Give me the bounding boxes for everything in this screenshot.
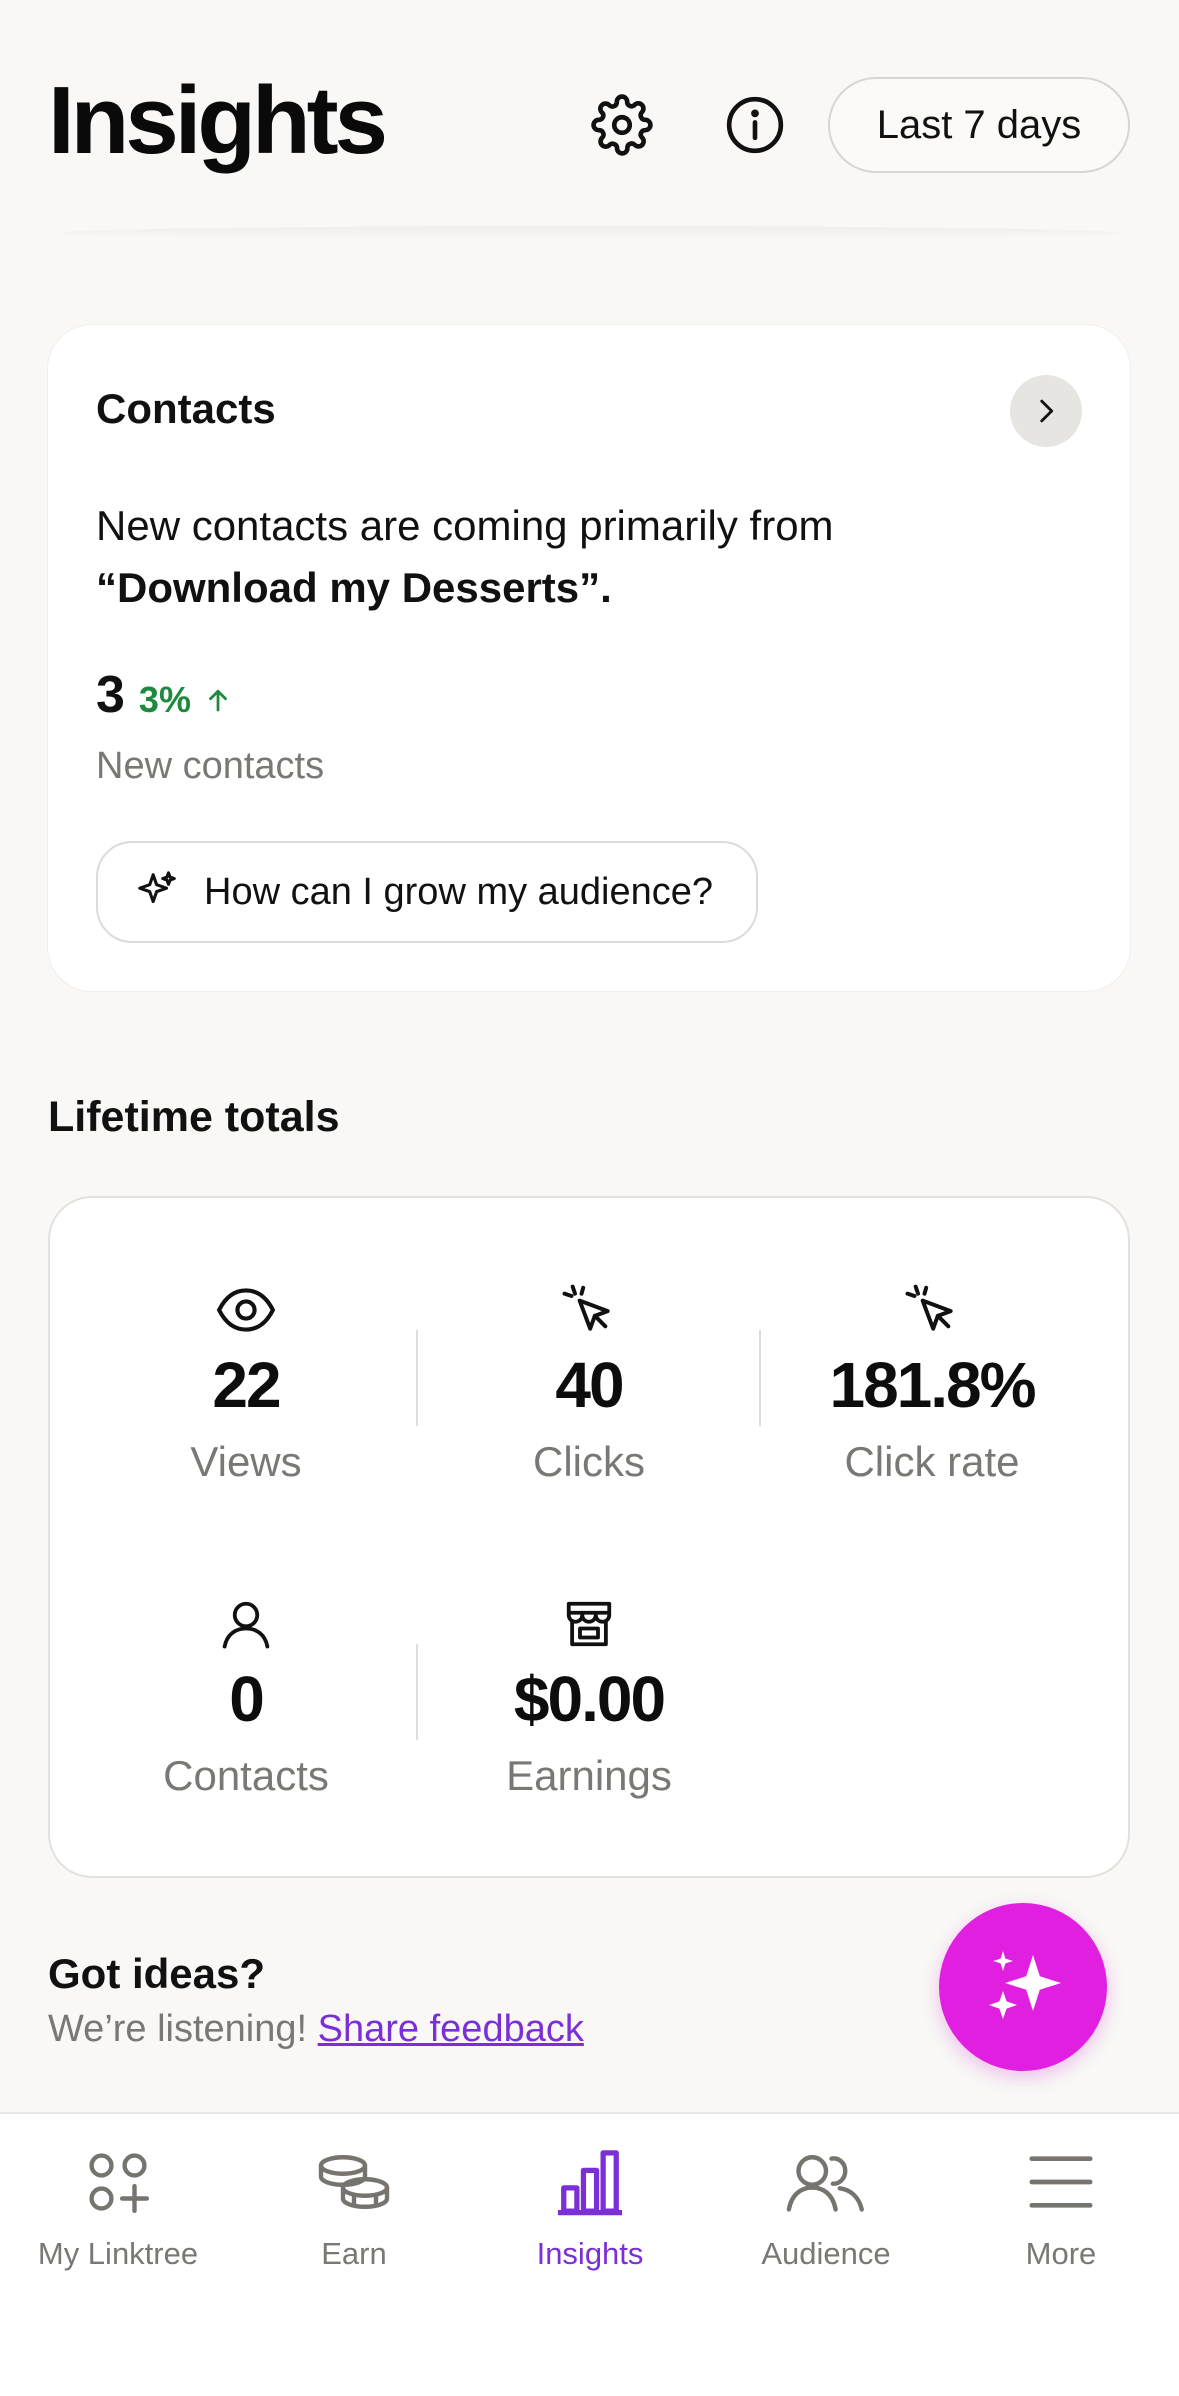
eye-icon xyxy=(216,1288,276,1332)
metric-click-rate: 181.8% Click rate xyxy=(762,1280,1102,1486)
bar-chart-icon xyxy=(557,2150,623,2216)
arrow-up-icon xyxy=(209,689,227,712)
nav-label: My Linktree xyxy=(37,2236,199,2271)
new-contacts-delta: 3% xyxy=(139,679,233,721)
divider xyxy=(416,1644,418,1740)
summary-source: “Download my Desserts”. xyxy=(96,564,612,611)
nav-item-audience[interactable]: Audience xyxy=(708,2142,944,2272)
nav-item-insights[interactable]: Insights xyxy=(472,2142,708,2272)
contacts-summary: New contacts are coming primarily from “… xyxy=(96,495,1056,619)
metric-views: 22 Views xyxy=(76,1280,416,1486)
contacts-open-button[interactable] xyxy=(1010,375,1082,447)
store-icon xyxy=(566,1601,612,1647)
metric-earnings: $0.00 Earnings xyxy=(419,1594,759,1800)
nav-item-my-linktree[interactable]: My Linktree xyxy=(0,2142,236,2272)
nav-label: Insights xyxy=(536,2236,644,2271)
contacts-card-title: Contacts xyxy=(96,385,276,432)
views-value: 22 xyxy=(212,1349,281,1421)
lifetime-totals-card: 22 Views 40 Clicks 181.8% Click rate 0 C… xyxy=(48,1196,1130,1878)
sparkles-icon xyxy=(989,1951,1061,2019)
earnings-label: Earnings xyxy=(506,1752,672,1799)
feedback-text: We’re listening! Share feedback xyxy=(48,2008,584,2051)
lifetime-totals-title: Lifetime totals xyxy=(48,1093,340,1141)
divider xyxy=(416,1330,418,1426)
gear-icon[interactable] xyxy=(587,90,657,160)
click-rate-label: Click rate xyxy=(844,1438,1020,1485)
ai-assistant-button[interactable] xyxy=(939,1903,1107,2071)
click-rate-value: 181.8% xyxy=(829,1349,1036,1421)
contacts-value: 0 xyxy=(229,1663,265,1735)
linktree-icon xyxy=(89,2153,150,2214)
date-range-button[interactable]: Last 7 days xyxy=(828,77,1130,173)
ask-ai-button[interactable]: How can I grow my audience? xyxy=(96,841,758,943)
ask-ai-label: How can I grow my audience? xyxy=(204,870,714,913)
person-icon xyxy=(222,1601,270,1649)
views-label: Views xyxy=(190,1438,302,1485)
new-contacts-stat: 3 3% xyxy=(96,665,233,725)
summary-text: New contacts are coming primarily from xyxy=(96,502,834,549)
nav-label: Audience xyxy=(761,2236,891,2271)
clicks-label: Clicks xyxy=(533,1438,645,1485)
feedback-prefix: We’re listening! xyxy=(48,2008,308,2050)
info-icon[interactable] xyxy=(720,90,790,160)
header-divider xyxy=(60,226,1120,240)
feedback-title: Got ideas? xyxy=(48,1950,266,1997)
contacts-label: Contacts xyxy=(163,1752,329,1799)
contacts-card[interactable]: Contacts New contacts are coming primari… xyxy=(48,325,1130,991)
insights-page: Insights Last 7 days Contacts New contac xyxy=(0,0,1179,2396)
menu-icon xyxy=(1029,2156,1093,2208)
earnings-value: $0.00 xyxy=(513,1663,666,1735)
divider xyxy=(759,1330,761,1426)
metric-contacts: 0 Contacts xyxy=(76,1594,416,1800)
nav-label: More xyxy=(1025,2236,1097,2271)
nav-item-earn[interactable]: Earn xyxy=(236,2142,472,2272)
bottom-nav: My Linktree Earn Insights Audience More xyxy=(0,2112,1179,2396)
new-contacts-count: 3 xyxy=(96,666,125,724)
new-contacts-label: New contacts xyxy=(96,745,325,787)
sparkle-icon xyxy=(138,871,176,904)
page-title: Insights xyxy=(48,67,388,174)
cursor-click-icon xyxy=(905,1284,953,1331)
nav-label: Earn xyxy=(321,2236,387,2271)
header: Insights Last 7 days xyxy=(0,0,1179,240)
people-icon xyxy=(786,2155,864,2212)
chevron-right-icon xyxy=(1040,399,1054,423)
metric-clicks: 40 Clicks xyxy=(419,1280,759,1486)
cursor-click-icon xyxy=(562,1284,610,1331)
nav-item-more[interactable]: More xyxy=(943,2142,1179,2272)
clicks-value: 40 xyxy=(555,1349,624,1421)
delta-value: 3% xyxy=(138,679,191,720)
coins-icon xyxy=(318,2155,390,2209)
share-feedback-link[interactable]: Share feedback xyxy=(318,2008,584,2050)
